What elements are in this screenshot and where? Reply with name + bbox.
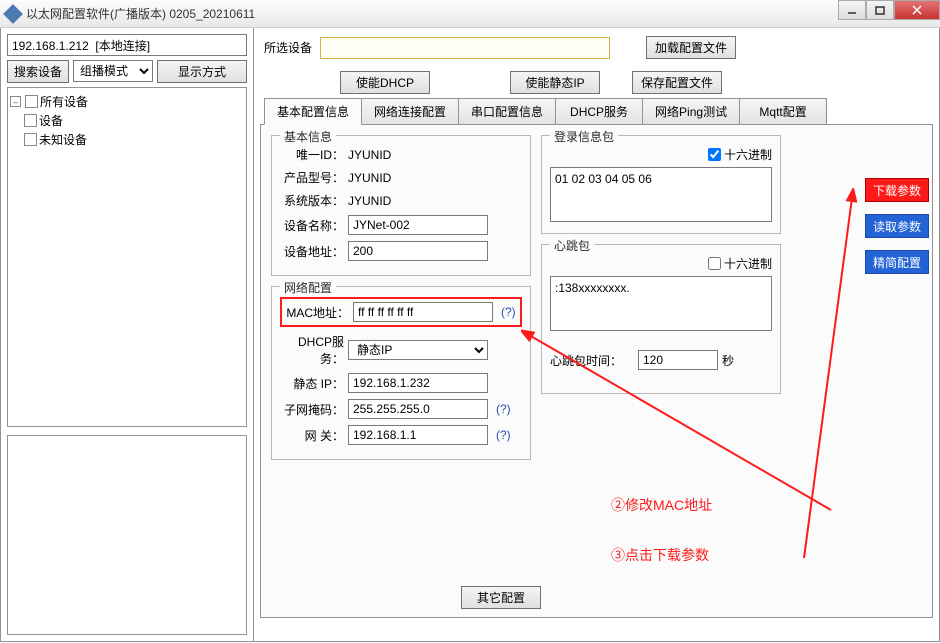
side-buttons: 下载参数 读取参数 精简配置 xyxy=(865,178,929,274)
sysver-label: 系统版本： xyxy=(280,192,344,209)
gw-input[interactable] xyxy=(348,425,488,445)
log-area xyxy=(7,435,247,635)
tree-checkbox[interactable] xyxy=(25,95,38,108)
login-info-group: 登录信息包 十六进制 01 02 03 04 05 06 xyxy=(541,135,781,234)
annotation-3: ③点击下载参数 xyxy=(611,545,709,565)
tree-node-all[interactable]: 所有设备 xyxy=(40,93,88,110)
mac-label: MAC地址： xyxy=(285,304,349,321)
devname-input[interactable] xyxy=(348,215,488,235)
tab-netconn[interactable]: 网络连接配置 xyxy=(361,98,459,125)
save-config-button[interactable]: 保存配置文件 xyxy=(632,71,722,94)
heartbeat-group: 心跳包 十六进制 :138xxxxxxxx. 心跳包时间：秒 xyxy=(541,244,781,394)
mask-input[interactable] xyxy=(348,399,488,419)
id-value: JYUNID xyxy=(348,148,391,162)
enable-dhcp-button[interactable]: 使能DHCP xyxy=(340,71,430,94)
tree-expand-icon[interactable]: – xyxy=(10,96,21,107)
help-icon[interactable]: (?) xyxy=(496,428,511,442)
tab-dhcp[interactable]: DHCP服务 xyxy=(555,98,643,125)
devaddr-input[interactable] xyxy=(348,241,488,261)
ip-select[interactable] xyxy=(7,34,247,56)
selected-device-label: 所选设备 xyxy=(264,39,312,56)
help-icon[interactable]: (?) xyxy=(496,402,511,416)
sysver-value: JYUNID xyxy=(348,194,391,208)
display-mode-button[interactable]: 显示方式 xyxy=(157,60,247,83)
right-panel: 所选设备 加载配置文件 使能DHCP 使能静态IP 保存配置文件 基本配置信息 … xyxy=(254,28,939,641)
mask-label: 子网掩码： xyxy=(280,401,344,418)
pmodel-value: JYUNID xyxy=(348,171,391,185)
net-config-group: 网络配置 MAC地址：(?) DHCP服务：静态IP 静态 IP： 子网掩码：(… xyxy=(271,286,531,460)
devname-label: 设备名称： xyxy=(280,217,344,234)
login-hex-checkbox[interactable] xyxy=(708,148,721,161)
maximize-button[interactable] xyxy=(866,0,894,20)
selected-device-field[interactable] xyxy=(320,37,610,59)
close-button[interactable] xyxy=(894,0,940,20)
titlebar: 以太网配置软件(广播版本) 0205_20210611 xyxy=(0,0,940,28)
tab-panel-basic: 基本信息 唯一ID： JYUNID 产品型号： JYUNID 系统版本： JYUNID… xyxy=(260,124,933,618)
mode-select[interactable]: 组播模式 xyxy=(73,60,153,82)
app-icon xyxy=(3,4,23,24)
dhcp-select[interactable]: 静态IP xyxy=(348,340,488,360)
tree-checkbox[interactable] xyxy=(24,114,37,127)
tab-row: 基本配置信息 网络连接配置 串口配置信息 DHCP服务 网络Ping测试 Mqt… xyxy=(260,98,933,125)
hb-time-unit: 秒 xyxy=(722,352,734,369)
search-device-button[interactable]: 搜索设备 xyxy=(7,60,69,83)
tab-mqtt[interactable]: Mqtt配置 xyxy=(739,98,827,125)
minimize-button[interactable] xyxy=(838,0,866,20)
other-config-button[interactable]: 其它配置 xyxy=(461,586,541,609)
id-label: 唯一ID： xyxy=(280,146,344,163)
login-data-textarea[interactable]: 01 02 03 04 05 06 xyxy=(550,167,772,222)
hb-hex-label: 十六进制 xyxy=(724,255,772,272)
sip-label: 静态 IP： xyxy=(280,375,344,392)
devaddr-label: 设备地址： xyxy=(280,243,344,260)
net-legend: 网络配置 xyxy=(280,279,336,296)
device-tree[interactable]: – 所有设备 设备 未知设备 xyxy=(7,87,247,427)
tab-serial[interactable]: 串口配置信息 xyxy=(458,98,556,125)
window-title: 以太网配置软件(广播版本) 0205_20210611 xyxy=(26,5,255,22)
download-params-button[interactable]: 下载参数 xyxy=(865,178,929,202)
login-hex-label: 十六进制 xyxy=(724,146,772,163)
load-config-button[interactable]: 加载配置文件 xyxy=(646,36,736,59)
read-params-button[interactable]: 读取参数 xyxy=(865,214,929,238)
hb-time-input[interactable] xyxy=(638,350,718,370)
dhcp-label: DHCP服务： xyxy=(280,333,344,367)
tab-basic[interactable]: 基本配置信息 xyxy=(264,98,362,125)
tree-node-dev[interactable]: 设备 xyxy=(39,112,63,129)
hb-hex-checkbox[interactable] xyxy=(708,257,721,270)
tree-node-unknown[interactable]: 未知设备 xyxy=(39,131,87,148)
window-controls xyxy=(838,0,940,20)
basic-info-group: 基本信息 唯一ID：JYUNID 产品型号：JYUNID 系统版本：JYUNID… xyxy=(271,135,531,276)
hb-time-label: 心跳包时间： xyxy=(550,352,634,369)
basic-legend: 基本信息 xyxy=(280,128,336,145)
pmodel-label: 产品型号： xyxy=(280,169,344,186)
hb-data-textarea[interactable]: :138xxxxxxxx. xyxy=(550,276,772,331)
tab-ping[interactable]: 网络Ping测试 xyxy=(642,98,740,125)
sip-input[interactable] xyxy=(348,373,488,393)
help-icon[interactable]: (?) xyxy=(501,305,516,319)
gw-label: 网 关： xyxy=(280,427,344,444)
tree-checkbox[interactable] xyxy=(24,133,37,146)
left-panel: 搜索设备 组播模式 显示方式 – 所有设备 设备 未知设备 xyxy=(1,28,254,641)
enable-static-button[interactable]: 使能静态IP xyxy=(510,71,600,94)
mac-highlight: MAC地址： (?) xyxy=(280,297,522,327)
simple-config-button[interactable]: 精简配置 xyxy=(865,250,929,274)
hb-legend: 心跳包 xyxy=(550,237,594,254)
annotation-2: ②修改MAC地址 xyxy=(611,495,712,515)
mac-input[interactable] xyxy=(353,302,493,322)
login-legend: 登录信息包 xyxy=(550,128,618,145)
